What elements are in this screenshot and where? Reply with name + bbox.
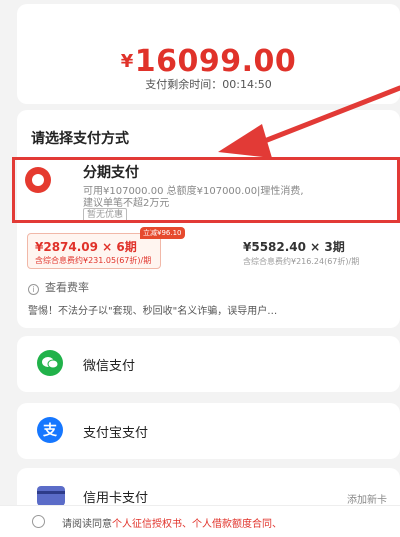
wechat-pay-option[interactable]: 微信支付 <box>17 336 400 392</box>
alipay-option[interactable]: 支 支付宝支付 <box>17 403 400 459</box>
plan-3-fee: 含综合息费约¥216.24(67折)/期 <box>243 257 360 266</box>
discount-badge: 立减¥96.10 <box>140 227 185 239</box>
agreement-links[interactable]: 个人征信授权书、个人借款额度合同、 <box>112 519 282 530</box>
plan-6-fee: 含综合息费约¥231.05(67折)/期 <box>35 256 152 265</box>
plan-3-amount: ¥5582.40 × 3期 <box>243 240 345 254</box>
credit-card-label: 信用卡支付 <box>83 491 149 506</box>
add-new-card-link[interactable]: 添加新卡 <box>347 491 387 506</box>
view-rate-link[interactable]: i 查看费率 <box>28 279 89 295</box>
agreement-bar: 请阅读同意个人征信授权书、个人借款额度合同、 <box>0 505 400 537</box>
agreement-prefix: 请阅读同意 <box>62 519 112 530</box>
alipay-icon: 支 <box>37 417 63 443</box>
fraud-warning: 警惕！不法分子以"套现、秒回收"名义诈骗，误导用户… <box>28 306 278 317</box>
plan-6-amount: ¥2874.09 × 6期 <box>35 240 137 254</box>
info-icon: i <box>28 284 39 295</box>
agreement-checkbox[interactable] <box>32 515 45 528</box>
view-rate-label: 查看费率 <box>45 281 89 294</box>
wechat-pay-label: 微信支付 <box>83 359 136 374</box>
agreement-text: 请阅读同意个人征信授权书、个人借款额度合同、 <box>62 515 282 530</box>
wechat-icon <box>37 350 63 376</box>
alipay-label: 支付宝支付 <box>83 426 149 441</box>
credit-card-icon <box>37 486 65 506</box>
